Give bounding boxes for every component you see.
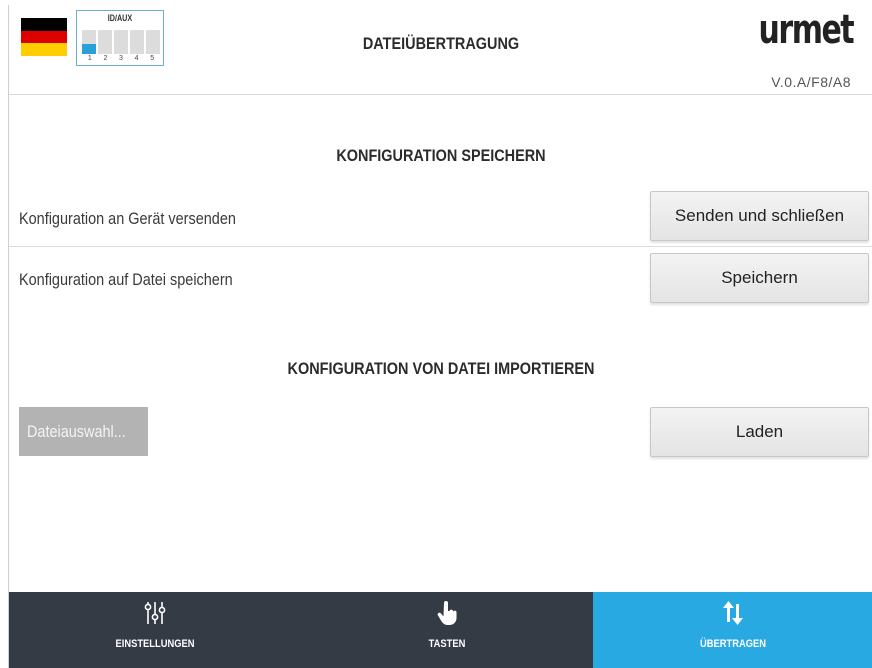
dip-switch-4 [130,30,144,54]
dip-switch-numbers: 1 2 3 4 5 [82,55,160,62]
dip-switch-bank [82,30,160,54]
file-select-label: Dateiauswahl... [27,421,126,441]
dip-number: 5 [150,55,155,62]
app-frame: ID/AUX 1 2 3 4 5 DATEIÜBERTRAGUNG urmet … [8,5,872,668]
dip-switch-5 [146,30,160,54]
nav-label: ÜBERTRAGEN [700,638,766,650]
header: ID/AUX 1 2 3 4 5 DATEIÜBERTRAGUNG urmet … [9,5,872,95]
sliders-icon [9,600,301,626]
send-and-close-button[interactable]: Senden und schließen [650,191,869,241]
file-select-button[interactable]: Dateiauswahl... [19,407,148,456]
dip-number: 2 [103,55,108,62]
dip-number: 4 [134,55,139,62]
nav-label: TASTEN [428,638,466,650]
page-title: DATEIÜBERTRAGUNG [362,34,520,53]
nav-label: EINSTELLUNGEN [115,638,195,650]
nav-item-buttons[interactable]: TASTEN [301,592,593,668]
hand-pointer-icon [301,600,593,626]
bottom-nav: EINSTELLUNGEN TASTEN ÜBERTRAGEN [9,592,872,668]
load-button[interactable]: Laden [650,407,869,457]
send-config-label: Konfiguration an Gerät versenden [19,209,236,228]
dip-number: 3 [119,55,123,62]
transfer-arrows-icon [593,600,872,626]
german-flag-icon [21,18,67,56]
nav-item-transfer[interactable]: ÜBERTRAGEN [593,592,872,668]
dip-switch-2 [98,30,112,54]
nav-item-settings[interactable]: EINSTELLUNGEN [9,592,301,668]
version-label: V.0.A/F8/A8 [771,74,851,90]
save-to-file-label: Konfiguration auf Datei speichern [19,270,233,289]
dip-switch-label: ID/AUX [107,13,133,23]
import-section-title: KONFIGURATION VON DATEI IMPORTIEREN [287,359,595,378]
urmet-logo: urmet [758,7,854,53]
dip-switch-1 [82,30,96,54]
dip-switch-widget: ID/AUX 1 2 3 4 5 [76,10,164,66]
save-button[interactable]: Speichern [650,253,869,303]
dip-switch-3 [114,30,128,54]
save-section-title: KONFIGURATION SPEICHERN [336,146,546,165]
row-divider [9,246,872,247]
dip-number: 1 [87,55,92,62]
